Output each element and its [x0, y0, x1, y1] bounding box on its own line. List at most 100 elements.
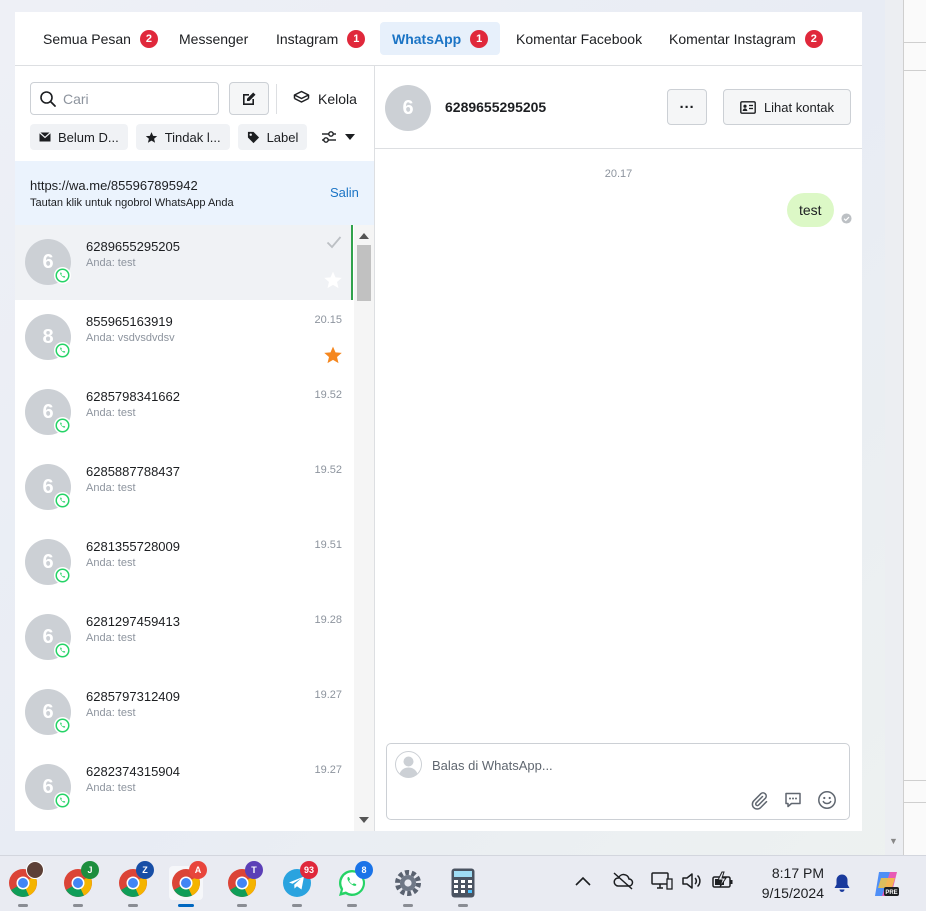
volume-icon[interactable] — [681, 871, 703, 891]
copilot-icon[interactable]: PRE — [871, 869, 901, 899]
divider — [903, 780, 926, 781]
background-window-panel — [903, 0, 926, 855]
conversation-name: 6281297459413 — [86, 614, 180, 629]
whatsapp-link-banner: https://wa.me/855967895942 Tautan klik u… — [15, 161, 374, 225]
manage-label: Kelola — [318, 90, 357, 107]
chrome-profile-t-app[interactable]: T — [225, 861, 263, 907]
compose-button[interactable] — [229, 82, 269, 115]
scrollbar-thumb[interactable] — [357, 245, 371, 301]
conversation-name: 6289655295205 — [86, 239, 180, 254]
calculator-app[interactable] — [446, 866, 480, 907]
manage-button[interactable]: Kelola — [293, 82, 357, 115]
reply-input[interactable] — [432, 758, 732, 773]
emoji-icon[interactable] — [817, 790, 837, 810]
active-indicator — [178, 904, 194, 907]
settings-app[interactable] — [391, 866, 425, 907]
star-icon[interactable] — [323, 270, 343, 290]
whatsapp-icon — [54, 792, 71, 809]
cloud-offline-icon[interactable] — [612, 871, 634, 891]
notification-bell-icon[interactable] — [833, 873, 851, 893]
conversation-preview: Anda: test — [86, 632, 136, 644]
view-contact-button[interactable]: Lihat kontak — [723, 89, 851, 125]
tab-instagram[interactable]: Instagram 1 — [264, 22, 377, 55]
conversation-item[interactable]: 6 6285887788437 Anda: test 19.52 — [15, 450, 353, 525]
whatsapp-link-subtitle: Tautan klik untuk ngobrol WhatsApp Anda — [30, 197, 234, 209]
more-options-button[interactable]: ··· — [667, 89, 707, 125]
layers-icon — [293, 90, 310, 103]
scroll-down-arrow[interactable] — [359, 817, 369, 823]
profile-badge: T — [245, 861, 263, 879]
conversation-list: 6 6289655295205 Anda: test 8 85596516391… — [15, 225, 374, 831]
whatsapp-app[interactable]: 8 — [335, 861, 373, 907]
copy-link-button[interactable]: Salin — [330, 185, 359, 200]
clock-time: 8:17 PM — [771, 865, 824, 881]
tab-whatsapp[interactable]: WhatsApp 1 — [380, 22, 501, 55]
saved-replies-icon[interactable] — [783, 790, 803, 810]
scroll-up-arrow[interactable] — [359, 233, 369, 239]
network-icon[interactable] — [651, 871, 673, 891]
caret-down-icon — [345, 134, 356, 140]
chat-title: 6289655295205 — [445, 99, 547, 115]
running-indicator — [292, 904, 302, 907]
tab-komentar-instagram[interactable]: Komentar Instagram 2 — [657, 22, 835, 55]
conversation-name: 6285887788437 — [86, 464, 180, 479]
conversation-time: 19.28 — [314, 614, 342, 626]
filter-unread[interactable]: Belum D... — [30, 124, 128, 150]
conversation-preview: Anda: test — [86, 257, 136, 269]
tab-komentar-facebook[interactable]: Komentar Facebook — [504, 22, 654, 55]
check-icon — [326, 236, 342, 249]
star-icon[interactable] — [323, 345, 343, 365]
whatsapp-icon — [54, 417, 71, 434]
filter-label-chip[interactable]: Label — [237, 124, 308, 150]
search-box[interactable] — [30, 82, 219, 115]
chrome-profile-z-app[interactable]: Z — [116, 861, 154, 907]
unread-badge: 93 — [300, 861, 318, 879]
conversation-item[interactable]: 6 6281355728009 Anda: test 19.51 — [15, 525, 353, 600]
contact-card-icon — [740, 100, 756, 114]
paperclip-icon[interactable] — [749, 790, 769, 810]
running-indicator — [73, 904, 83, 907]
inbox-app: Semua Pesan 2 Messenger Instagram 1 What… — [15, 12, 862, 831]
chat-panel: 6 6289655295205 ··· Lihat kontak 20.17 t… — [375, 66, 862, 831]
conversation-item[interactable]: 8 855965163919 Anda: vsdvsdvdsv 20.15 — [15, 300, 353, 375]
conversation-item[interactable]: 6 6289655295205 Anda: test — [15, 225, 353, 300]
tab-semua-pesan[interactable]: Semua Pesan 2 — [31, 22, 170, 55]
message-timestamp: 20.17 — [604, 168, 633, 180]
tab-label: Instagram — [276, 30, 339, 47]
unread-badge: 2 — [804, 29, 823, 48]
user-avatar-icon — [395, 751, 422, 778]
system-clock[interactable]: 8:17 PM 9/15/2024 — [752, 863, 824, 903]
tab-messenger[interactable]: Messenger — [167, 22, 260, 55]
conversation-item[interactable]: 6 6285798341662 Anda: test 19.52 — [15, 375, 353, 450]
conversation-name: 6282374315904 — [86, 764, 180, 779]
scroll-down-arrow[interactable]: ▼ — [889, 836, 898, 846]
chat-header: 6 6289655295205 ··· Lihat kontak — [375, 66, 862, 149]
filter-settings-button[interactable] — [315, 124, 361, 150]
profile-badge: A — [189, 861, 207, 879]
battery-charging-icon[interactable] — [711, 871, 735, 891]
svg-text:PRE: PRE — [885, 890, 897, 896]
running-indicator — [128, 904, 138, 907]
chrome-profile-j-app[interactable]: J — [61, 861, 99, 907]
calculator-icon — [451, 868, 475, 898]
tab-label: Komentar Facebook — [516, 30, 643, 47]
whatsapp-icon — [54, 267, 71, 284]
envelope-icon — [39, 132, 51, 142]
conversation-item[interactable]: 6 6282374315904 Anda: test 19.27 — [15, 750, 353, 825]
sent-check-icon — [841, 213, 852, 224]
divider — [903, 42, 926, 43]
chrome-profile-photo-app[interactable] — [6, 861, 44, 907]
filter-chips: Belum D... Tindak l... Label — [30, 124, 361, 150]
filter-follow-up[interactable]: Tindak l... — [135, 124, 230, 150]
conversation-item[interactable]: 6 6285797312409 Anda: test 19.27 — [15, 675, 353, 750]
chevron-up-icon[interactable] — [575, 876, 591, 886]
conversation-item[interactable]: 6 6281297459413 Anda: test 19.28 — [15, 600, 353, 675]
conversation-time: 19.27 — [314, 764, 342, 776]
conversation-preview: Anda: vsdvsdvdsv — [86, 332, 175, 344]
chrome-profile-a-app[interactable]: A — [169, 861, 207, 907]
search-input[interactable] — [63, 90, 203, 107]
tab-label: WhatsApp — [392, 30, 462, 47]
telegram-app[interactable]: 93 — [280, 861, 318, 907]
conversation-scrollbar[interactable] — [354, 225, 374, 831]
conversation-name: 6285798341662 — [86, 389, 180, 404]
